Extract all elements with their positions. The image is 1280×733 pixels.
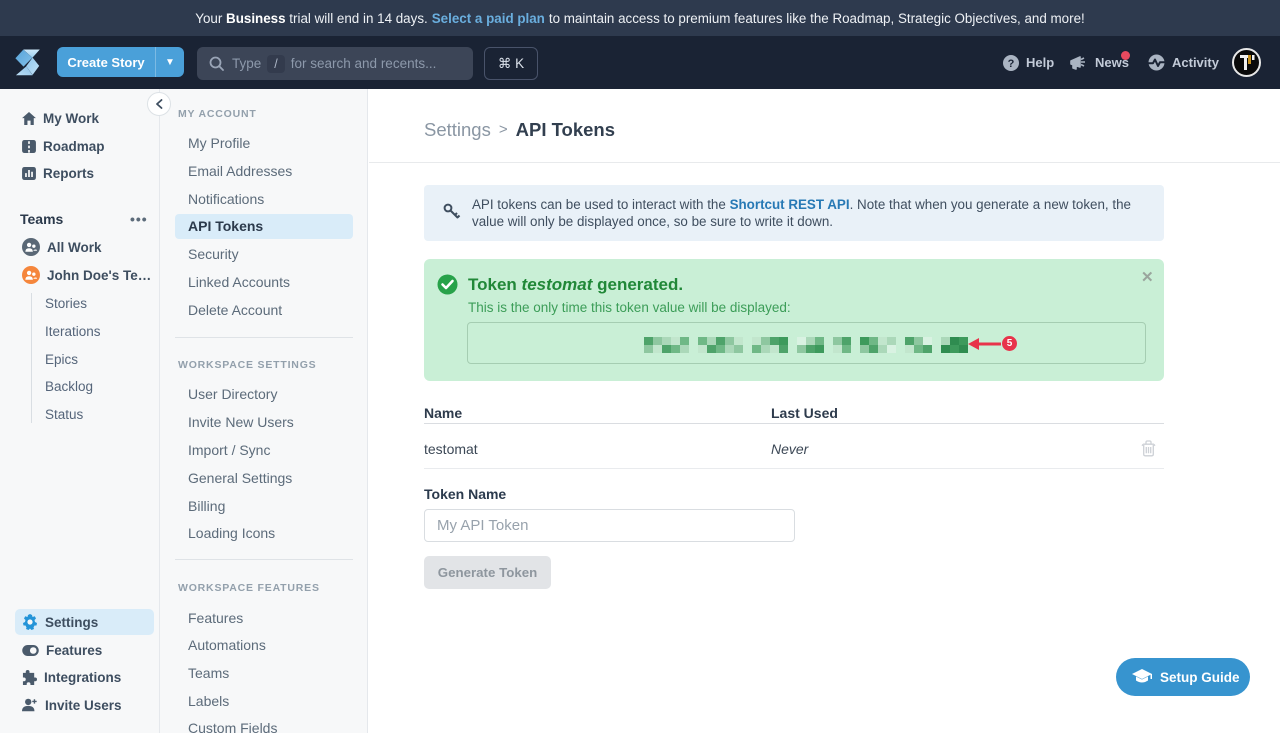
svg-text:?: ?: [1008, 58, 1015, 70]
